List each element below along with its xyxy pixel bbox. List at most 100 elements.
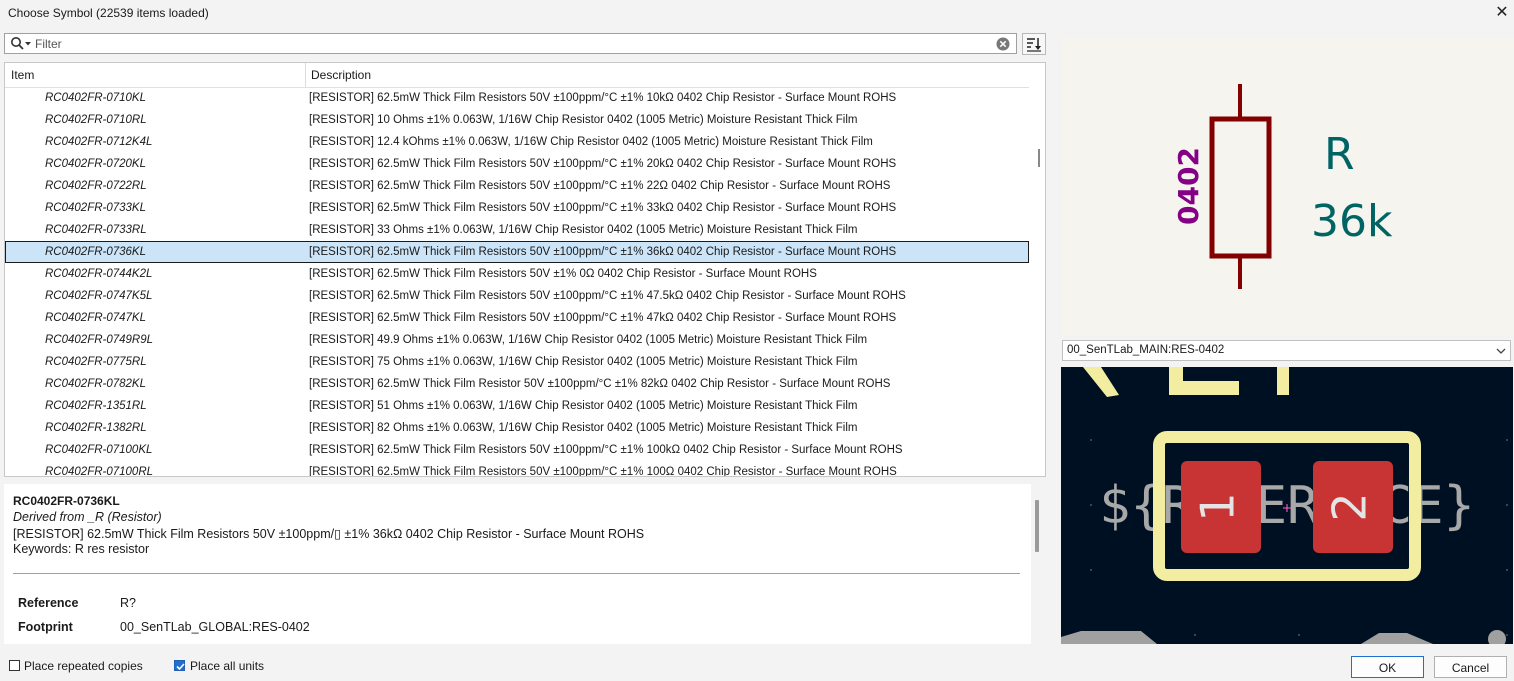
table-row[interactable]: RC0402FR-0744K2L [RESISTOR] 62.5mW Thick … — [5, 263, 1029, 285]
row-item-name: RC0402FR-0736KL — [45, 246, 147, 258]
reference-value: R? — [120, 596, 136, 610]
table-row[interactable]: RC0402FR-0710RL [RESISTOR] 10 Ohms ±1% 0.… — [5, 109, 1029, 131]
row-description: [RESISTOR] 33 Ohms ±1% 0.063W, 1/16W Chi… — [309, 224, 858, 236]
window-title: Choose Symbol (22539 items loaded) — [8, 6, 209, 20]
close-icon[interactable]: ✕ — [1492, 2, 1512, 24]
reference-label: Reference — [18, 596, 79, 610]
row-description: [RESISTOR] 62.5mW Thick Film Resistors 5… — [309, 158, 897, 170]
ok-button[interactable]: OK — [1351, 656, 1424, 678]
row-description: [RESISTOR] 62.5mW Thick Film Resistors 5… — [309, 444, 903, 456]
table-row[interactable]: RC0402FR-0710KL [RESISTOR] 62.5mW Thick F… — [5, 87, 1029, 109]
row-item-name: RC0402FR-0747KL — [45, 312, 147, 324]
list-header: Item Description — [5, 63, 1029, 88]
table-row[interactable]: RC0402FR-0733RL [RESISTOR] 33 Ohms ±1% 0.… — [5, 219, 1029, 241]
symbol-list[interactable]: Item Description RC0402FR-0710KL [RESISTO… — [4, 62, 1046, 477]
table-row[interactable]: RC0402FR-0749R9L [RESISTOR] 49.9 Ohms ±1%… — [5, 329, 1029, 351]
row-description: [RESISTOR] 62.5mW Thick Film Resistors 5… — [309, 312, 897, 324]
details-derived: Derived from _R (Resistor) — [13, 510, 162, 524]
row-item-name: RC0402FR-07100KL — [45, 444, 153, 456]
chevron-down-icon — [1496, 348, 1506, 354]
row-description: [RESISTOR] 62.5mW Thick Film Resistors 5… — [309, 92, 897, 104]
row-description: [RESISTOR] 10 Ohms ±1% 0.063W, 1/16W Chi… — [309, 114, 858, 126]
row-item-name: RC0402FR-0733RL — [45, 224, 147, 236]
resistor-symbol: R 36k 0402 — [1172, 84, 1393, 289]
title-bar: Choose Symbol (22539 items loaded) ✕ — [0, 0, 1514, 28]
list-scrollbar[interactable] — [1035, 87, 1045, 476]
row-item-name: RC0402FR-0722RL — [45, 180, 147, 192]
cancel-button[interactable]: Cancel — [1434, 656, 1507, 678]
search-icon[interactable] — [10, 36, 32, 52]
details-symbol-name: RC0402FR-0736KL — [13, 494, 120, 508]
place-all-units-label[interactable]: Place all units — [190, 659, 264, 673]
list-rows: RC0402FR-0710KL [RESISTOR] 62.5mW Thick F… — [5, 87, 1029, 477]
table-row[interactable]: RC0402FR-0775RL [RESISTOR] 75 Ohms ±1% 0.… — [5, 351, 1029, 373]
row-description: [RESISTOR] 82 Ohms ±1% 0.063W, 1/16W Chi… — [309, 422, 858, 434]
details-panel: RC0402FR-0736KL Derived from _R (Resisto… — [4, 484, 1031, 644]
row-description: [RESISTOR] 62.5mW Thick Film Resistors 5… — [309, 180, 891, 192]
table-row[interactable]: RC0402FR-0782KL [RESISTOR] 62.5mW Thick F… — [5, 373, 1029, 395]
row-description: [RESISTOR] 62.5mW Thick Film Resistors 5… — [309, 268, 817, 280]
column-header-item[interactable]: Item — [11, 63, 301, 87]
row-item-name: RC0402FR-1382RL — [45, 422, 147, 434]
filter-box — [4, 33, 1017, 54]
row-item-name: RC0402FR-0775RL — [45, 356, 147, 368]
table-row[interactable]: RC0402FR-0733KL [RESISTOR] 62.5mW Thick F… — [5, 197, 1029, 219]
filter-input[interactable] — [35, 35, 985, 52]
symbol-footprint-text: 0402 — [1172, 147, 1205, 225]
footprint-select[interactable]: 00_SenTLab_MAIN:RES-0402 — [1062, 340, 1511, 361]
list-scrollbar-thumb[interactable] — [1038, 149, 1040, 167]
row-item-name: RC0402FR-0749R9L — [45, 334, 154, 346]
table-row[interactable]: RC0402FR-0747K5L [RESISTOR] 62.5mW Thick … — [5, 285, 1029, 307]
pad-1-label: 1 — [1191, 492, 1245, 521]
footprint-select-value: 00_SenTLab_MAIN:RES-0402 — [1067, 344, 1225, 356]
details-description: [RESISTOR] 62.5mW Thick Film Resistors 5… — [13, 527, 645, 541]
table-row[interactable]: RC0402FR-07100RL [RESISTOR] 62.5mW Thick … — [5, 461, 1029, 477]
row-description: [RESISTOR] 49.9 Ohms ±1% 0.063W, 1/16W C… — [309, 334, 868, 346]
footprint-canvas: ${REFERENCE} 1 2 — [1061, 367, 1508, 644]
row-description: [RESISTOR] 62.5mW Thick Film Resistors 5… — [309, 202, 897, 214]
clear-icon[interactable] — [996, 37, 1010, 51]
row-description: [RESISTOR] 12.4 kOhms ±1% 0.063W, 1/16W … — [309, 136, 873, 148]
footprint-preview: ${REFERENCE} 1 2 — [1061, 367, 1513, 644]
symbol-value-text: 36k — [1311, 196, 1393, 247]
column-header-description[interactable]: Description — [311, 63, 1011, 87]
table-row[interactable]: RC0402FR-0712K4L [RESISTOR] 12.4 kOhms ±1… — [5, 131, 1029, 153]
table-row[interactable]: RC0402FR-1351RL [RESISTOR] 51 Ohms ±1% 0.… — [5, 395, 1029, 417]
pad-2-label: 2 — [1323, 492, 1377, 521]
row-item-name: RC0402FR-1351RL — [45, 400, 147, 412]
details-scrollbar-thumb[interactable] — [1035, 500, 1039, 552]
place-repeated-copies-checkbox[interactable] — [9, 660, 20, 671]
symbol-preview: R 36k 0402 — [1062, 38, 1514, 336]
row-item-name: RC0402FR-07100RL — [45, 466, 154, 477]
row-item-name: RC0402FR-0782KL — [45, 378, 147, 390]
table-row[interactable]: RC0402FR-0747KL [RESISTOR] 62.5mW Thick F… — [5, 307, 1029, 329]
table-row[interactable]: RC0402FR-07100KL [RESISTOR] 62.5mW Thick … — [5, 439, 1029, 461]
silkscreen-fragments — [1083, 367, 1289, 397]
row-item-name: RC0402FR-0720KL — [45, 158, 147, 170]
row-item-name: RC0402FR-0710RL — [45, 114, 147, 126]
column-divider[interactable] — [305, 63, 306, 87]
sort-icon — [1027, 38, 1041, 52]
table-row[interactable]: RC0402FR-0720KL [RESISTOR] 62.5mW Thick F… — [5, 153, 1029, 175]
edge-fragments — [1061, 630, 1506, 644]
table-row[interactable]: RC0402FR-1382RL [RESISTOR] 82 Ohms ±1% 0.… — [5, 417, 1029, 439]
place-repeated-copies-label[interactable]: Place repeated copies — [24, 659, 143, 673]
row-description: [RESISTOR] 75 Ohms ±1% 0.063W, 1/16W Chi… — [309, 356, 858, 368]
symbol-ref-text: R — [1324, 129, 1355, 180]
row-item-name: RC0402FR-0744K2L — [45, 268, 153, 280]
row-description: [RESISTOR] 62.5mW Thick Film Resistor 50… — [309, 378, 891, 390]
row-description: [RESISTOR] 62.5mW Thick Film Resistors 5… — [309, 290, 906, 302]
row-item-name: RC0402FR-0747K5L — [45, 290, 153, 302]
row-item-name: RC0402FR-0710KL — [45, 92, 147, 104]
details-divider — [13, 573, 1020, 574]
place-all-units-checkbox[interactable] — [174, 660, 185, 671]
footprint-label: Footprint — [18, 620, 73, 634]
table-row[interactable]: RC0402FR-0736KL [RESISTOR] 62.5mW Thick F… — [5, 241, 1029, 263]
row-item-name: RC0402FR-0733KL — [45, 202, 147, 214]
table-row[interactable]: RC0402FR-0722RL [RESISTOR] 62.5mW Thick F… — [5, 175, 1029, 197]
footprint-value: 00_SenTLab_GLOBAL:RES-0402 — [120, 620, 310, 634]
details-keywords: Keywords: R res resistor — [13, 542, 150, 556]
row-description: [RESISTOR] 51 Ohms ±1% 0.063W, 1/16W Chi… — [309, 400, 858, 412]
sort-button[interactable] — [1022, 33, 1046, 55]
row-description: [RESISTOR] 62.5mW Thick Film Resistors 5… — [309, 466, 897, 477]
